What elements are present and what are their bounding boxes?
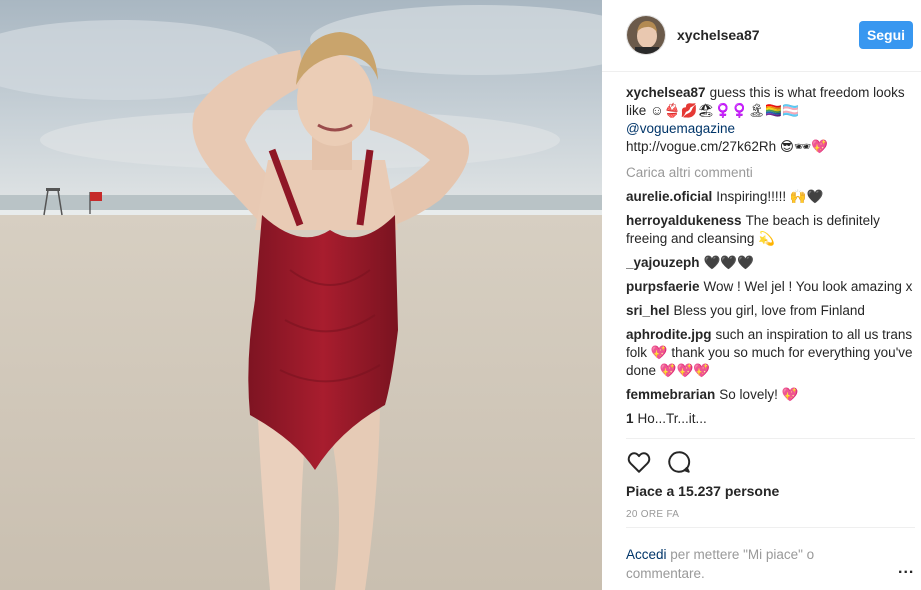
comment-item: aphrodite.jpg such an inspiration to all … bbox=[626, 326, 914, 380]
divider bbox=[626, 527, 915, 528]
heart-icon[interactable] bbox=[626, 449, 654, 477]
comment-username-link[interactable]: 1 bbox=[626, 411, 634, 426]
divider bbox=[626, 438, 915, 439]
post-side-panel: xychelsea87 Segui xychelsea87 guess this … bbox=[602, 0, 921, 590]
comment-item: sri_hel Bless you girl, love from Finland bbox=[626, 302, 914, 320]
comment-username-link[interactable]: sri_hel bbox=[626, 303, 670, 318]
follow-button[interactable]: Segui bbox=[859, 21, 913, 49]
comment-text: Bless you girl, love from Finland bbox=[673, 303, 865, 318]
caption: xychelsea87 guess this is what freedom lo… bbox=[626, 84, 914, 156]
post-timestamp: 20 ORE FA bbox=[626, 509, 680, 520]
login-link[interactable]: Accedi bbox=[626, 547, 667, 562]
comment-item: aurelie.oficial Inspiring!!!!! 🙌🖤 bbox=[626, 188, 914, 206]
comment-username-link[interactable]: aphrodite.jpg bbox=[626, 327, 712, 342]
caption-emoji: 😎🕶💖 bbox=[779, 139, 828, 154]
comment-item: 1 Ho...Tr...it... bbox=[626, 410, 914, 428]
header-username-link[interactable]: xychelsea87 bbox=[677, 27, 760, 43]
comment-text: Inspiring!!!!! 🙌🖤 bbox=[716, 189, 824, 204]
comment-item: herroyaldukeness The beach is definitely … bbox=[626, 212, 914, 248]
caption-url[interactable]: http://vogue.cm/27k62Rh bbox=[626, 139, 776, 154]
comment-text: 🖤🖤🖤 bbox=[703, 255, 754, 270]
mention-link[interactable]: @voguemagazine bbox=[626, 121, 735, 136]
caption-username-link[interactable]: xychelsea87 bbox=[626, 85, 706, 100]
post-header: xychelsea87 Segui bbox=[602, 0, 921, 72]
more-options-icon[interactable]: ... bbox=[898, 560, 914, 578]
post-photo[interactable] bbox=[0, 0, 602, 590]
comment-text: Wow ! Wel jel ! You look amazing x bbox=[703, 279, 913, 294]
comment-item: _yajouzeph 🖤🖤🖤 bbox=[626, 254, 914, 272]
comment-username-link[interactable]: femmebrarian bbox=[626, 387, 715, 402]
likes-count[interactable]: Piace a 15.237 persone bbox=[626, 483, 779, 499]
comment-username-link[interactable]: aurelie.oficial bbox=[626, 189, 712, 204]
comment-username-link[interactable]: purpsfaerie bbox=[626, 279, 700, 294]
comment-bubble-icon[interactable] bbox=[666, 449, 694, 477]
comment-username-link[interactable]: herroyaldukeness bbox=[626, 213, 742, 228]
comment-item: purpsfaerie Wow ! Wel jel ! You look amaz… bbox=[626, 278, 914, 296]
beach-photo-image bbox=[0, 0, 602, 590]
comment-item: femmebrarian So lovely! 💖 bbox=[626, 386, 914, 404]
avatar-image bbox=[627, 16, 665, 54]
comment-text: Ho...Tr...it... bbox=[637, 411, 707, 426]
comments-list[interactable]: xychelsea87 guess this is what freedom lo… bbox=[626, 84, 914, 438]
comment-text: So lovely! 💖 bbox=[719, 387, 799, 402]
avatar[interactable] bbox=[626, 15, 666, 55]
comment-username-link[interactable]: _yajouzeph bbox=[626, 255, 700, 270]
load-more-comments-link[interactable]: Carica altri commenti bbox=[626, 164, 914, 182]
login-prompt: Accedi per mettere "Mi piace" o commenta… bbox=[626, 545, 876, 583]
